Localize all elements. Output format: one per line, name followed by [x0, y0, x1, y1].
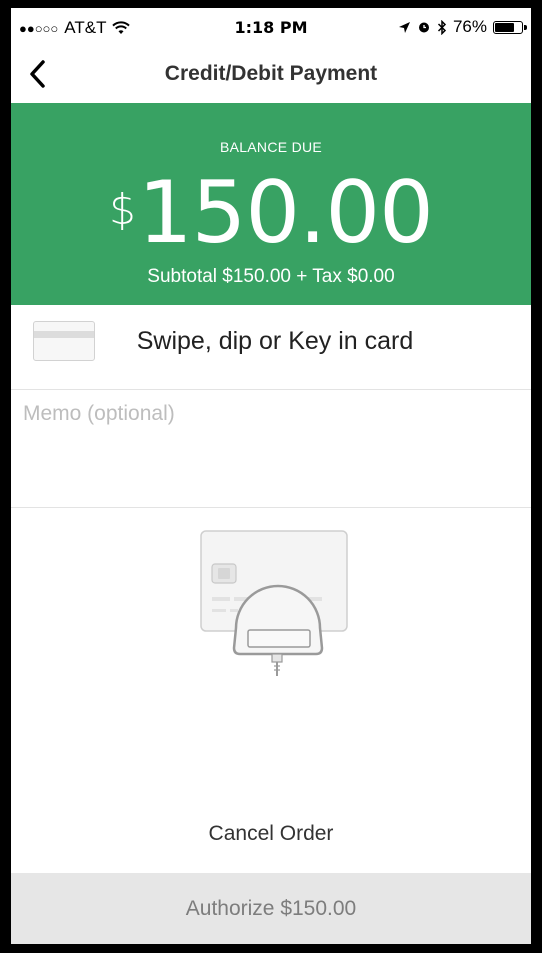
card-entry-label: Swipe, dip or Key in card	[136, 327, 414, 355]
balance-label: BALANCE DUE	[219, 139, 323, 155]
alarm-clock-icon	[418, 22, 429, 33]
status-bar: ●●○○○ AT&T 1:18 PM 76%	[11, 8, 531, 48]
memo-section	[11, 390, 531, 508]
nav-bar: Credit/Debit Payment	[11, 48, 531, 104]
card-entry-row[interactable]: Swipe, dip or Key in card	[11, 305, 531, 390]
cancel-order-button[interactable]: Cancel Order	[11, 822, 531, 846]
subtotal-text: Subtotal $150.00 + Tax $0.00	[147, 266, 395, 287]
card-reader-illustration	[200, 530, 348, 676]
battery-icon	[493, 20, 527, 34]
battery-level	[495, 22, 515, 32]
status-right: 76%	[398, 17, 527, 37]
currency-symbol: $	[109, 185, 136, 234]
authorize-button[interactable]: Authorize $150.00	[11, 873, 531, 944]
battery-percent: 76%	[452, 17, 487, 36]
bluetooth-icon	[437, 19, 447, 35]
amount-value: 150.00	[137, 163, 434, 263]
payment-screen: ●●○○○ AT&T 1:18 PM 76% Credit/Debit Paym…	[11, 8, 531, 944]
memo-input[interactable]	[21, 400, 525, 494]
balance-amount: $ 150.00	[11, 163, 531, 263]
balance-panel: BALANCE DUE $ 150.00 Subtotal $150.00 + …	[11, 103, 531, 305]
location-arrow-icon	[398, 21, 410, 33]
page-title: Credit/Debit Payment	[164, 62, 378, 85]
